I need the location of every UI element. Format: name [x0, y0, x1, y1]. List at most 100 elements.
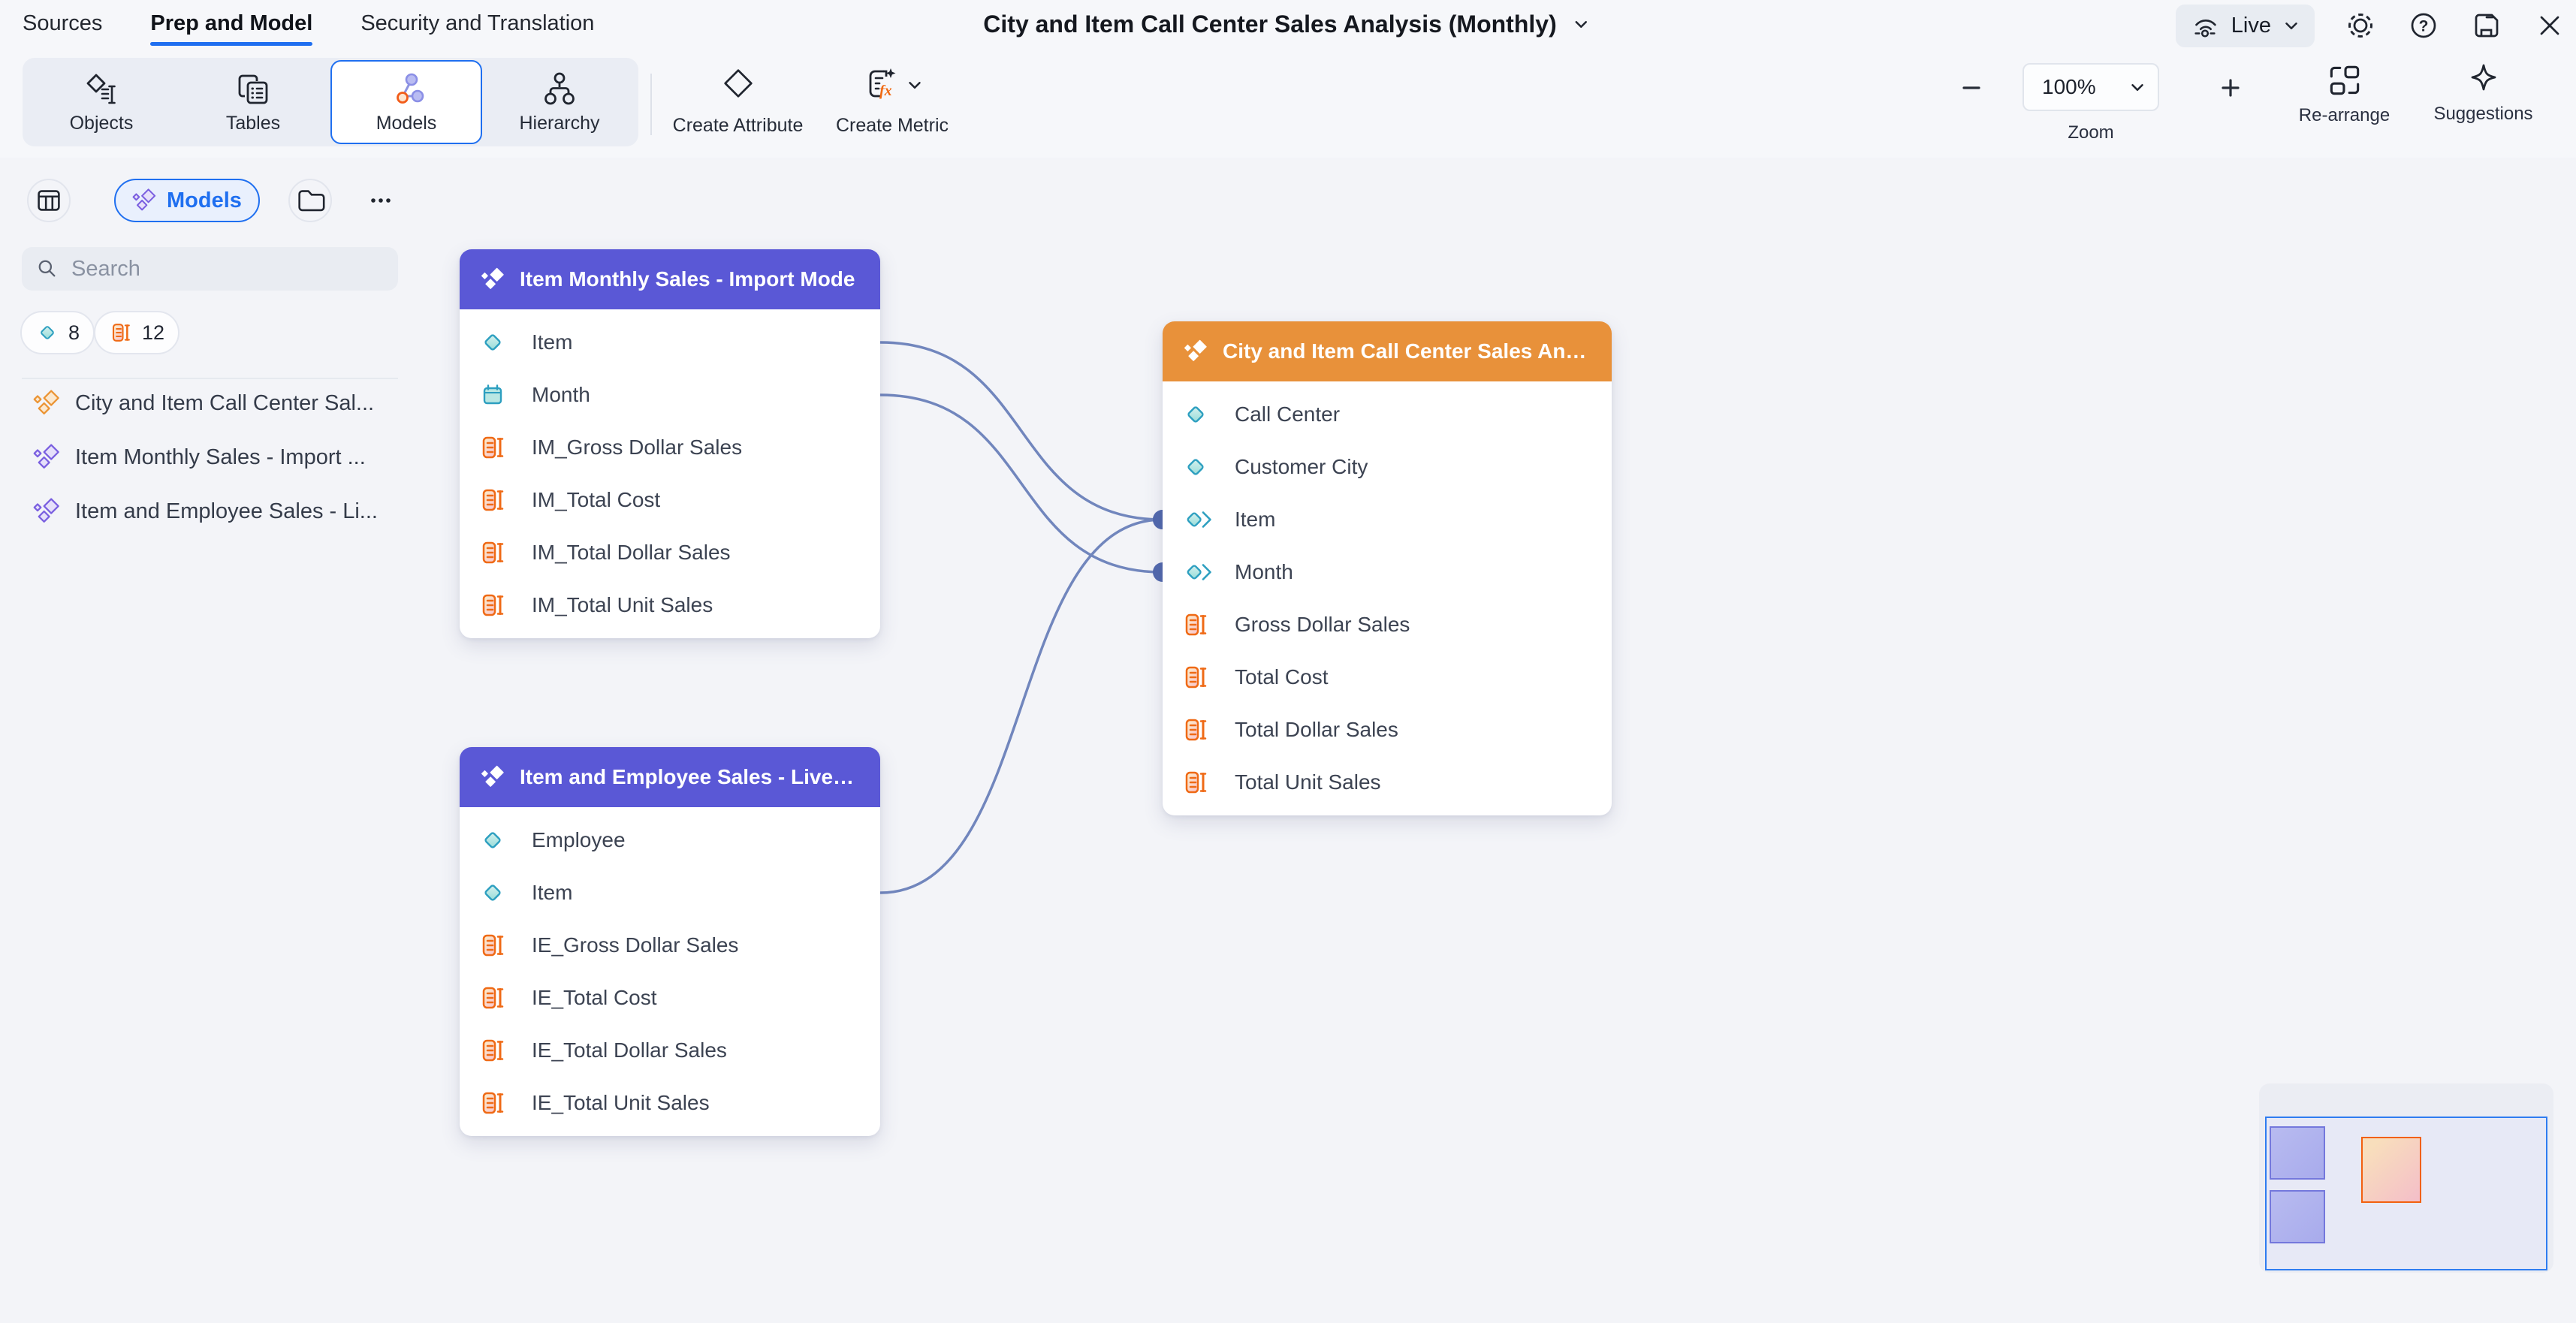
model-icon [481, 764, 506, 791]
suggestions-label: Suggestions [2433, 104, 2532, 125]
search-input[interactable] [70, 256, 385, 282]
view-button-models[interactable]: Models [330, 60, 482, 144]
objects-icon [82, 70, 121, 109]
view-button-tables[interactable]: Tables [179, 60, 327, 144]
row-im-total-dollar-sales[interactable]: IM_Total Dollar Sales [460, 526, 880, 579]
row-ie-gross-dollar-sales[interactable]: IE_Gross Dollar Sales [460, 919, 880, 972]
model-card-header[interactable]: City and Item Call Center Sales Analysi.… [1163, 321, 1612, 381]
top-tab-bar: Sources Prep and Model Security and Tran… [23, 0, 594, 47]
help-icon[interactable]: ? [2406, 8, 2441, 43]
row-label: Item [532, 330, 572, 354]
row-ie-total-unit-sales[interactable]: IE_Total Unit Sales [460, 1077, 880, 1129]
folder-button[interactable] [288, 179, 332, 222]
row-label: IE_Total Unit Sales [532, 1091, 710, 1115]
attribute-icon [1182, 454, 1220, 481]
metric-icon [479, 1089, 517, 1117]
models-cluster-icon [132, 187, 158, 214]
attribute-icon [479, 827, 517, 854]
sidebar-model-item[interactable]: Item Monthly Sales - Import ... [33, 430, 378, 484]
zoom-in-button[interactable] [2210, 68, 2251, 108]
row-month[interactable]: Month [1163, 546, 1612, 598]
view-button-objects[interactable]: Objects [27, 60, 176, 144]
view-button-hierarchy[interactable]: Hierarchy [485, 60, 634, 144]
tab-prep-and-model[interactable]: Prep and Model [150, 11, 312, 36]
table-view-button[interactable] [27, 179, 71, 222]
attribute-count-chip[interactable]: 8 [20, 311, 95, 354]
sidebar-model-item[interactable]: Item and Employee Sales - Li... [33, 484, 378, 538]
metric-icon [479, 592, 517, 619]
model-card-body: Employee Item IE_Gross Dollar Sales IE_Tota… [460, 807, 880, 1136]
live-label: Live [2231, 14, 2271, 38]
row-label: IE_Total Cost [532, 986, 657, 1010]
rearrange-button[interactable]: Re-arrange [2286, 60, 2403, 126]
suggestions-button[interactable]: Suggestions [2414, 60, 2553, 125]
model-card-header[interactable]: Item Monthly Sales - Import Mode [460, 249, 880, 309]
more-options-button[interactable] [359, 179, 403, 222]
model-card-ie[interactable]: Item and Employee Sales - Live ModeEmplo… [460, 747, 880, 1136]
rearrange-label: Re-arrange [2299, 105, 2390, 126]
metric-count-chip[interactable]: 12 [94, 311, 179, 354]
row-employee[interactable]: Employee [460, 814, 880, 866]
row-total-dollar-sales[interactable]: Total Dollar Sales [1163, 704, 1612, 756]
zoom-out-button[interactable] [1951, 68, 1992, 108]
model-icon [1184, 338, 1209, 365]
model-card-im[interactable]: Item Monthly Sales - Import Mode Item Mont… [460, 249, 880, 638]
row-ie-total-cost[interactable]: IE_Total Cost [460, 972, 880, 1024]
calendar-icon [479, 381, 517, 408]
attribute-count: 8 [68, 321, 80, 345]
search-icon [35, 257, 59, 281]
live-connection-icon [2189, 10, 2221, 41]
row-label: Item [532, 881, 572, 905]
row-item[interactable]: Item [1163, 493, 1612, 546]
row-total-unit-sales[interactable]: Total Unit Sales [1163, 756, 1612, 809]
create-attribute-icon [719, 65, 757, 102]
tab-sources[interactable]: Sources [23, 11, 102, 36]
close-icon[interactable] [2532, 8, 2567, 43]
sidebar-model-item[interactable]: City and Item Call Center Sal... [33, 376, 378, 430]
row-ie-total-dollar-sales[interactable]: IE_Total Dollar Sales [460, 1024, 880, 1077]
model-card-header[interactable]: Item and Employee Sales - Live Mode [460, 747, 880, 807]
model-card-title: City and Item Call Center Sales Analysi.… [1223, 339, 1591, 363]
title-chevron-down-icon[interactable] [1570, 14, 1593, 34]
row-label: IM_Total Unit Sales [532, 593, 713, 617]
create-attribute-button[interactable]: Create Attribute [672, 62, 804, 143]
minimap-node [2270, 1126, 2325, 1180]
minimap[interactable] [2259, 1083, 2553, 1273]
metric-icon [479, 539, 517, 566]
attribute-linked-icon [1182, 506, 1220, 533]
models-filter-pill[interactable]: Models [114, 179, 260, 222]
row-im-gross-dollar-sales[interactable]: IM_Gross Dollar Sales [460, 421, 880, 474]
document-title-area: City and Item Call Center Sales Analysis… [983, 0, 1592, 48]
row-customer-city[interactable]: Customer City [1163, 441, 1612, 493]
row-label: Customer City [1235, 455, 1368, 479]
chevron-down-icon[interactable] [905, 75, 925, 95]
metric-count: 12 [142, 321, 164, 345]
sidebar-model-label: Item and Employee Sales - Li... [75, 499, 378, 524]
minimap-node [2361, 1137, 2421, 1203]
row-call-center[interactable]: Call Center [1163, 388, 1612, 441]
model-card-city[interactable]: City and Item Call Center Sales Analysi.… [1163, 321, 1612, 815]
row-month[interactable]: Month [460, 369, 880, 421]
metric-icon [1182, 716, 1220, 743]
model-list: City and Item Call Center Sal...Item Mon… [33, 376, 378, 538]
models-icon [387, 70, 426, 109]
save-icon[interactable] [2469, 8, 2504, 43]
row-item[interactable]: Item [460, 316, 880, 369]
tab-security-and-translation[interactable]: Security and Translation [360, 11, 594, 36]
settings-gear-icon[interactable] [2343, 8, 2378, 43]
live-mode-selector[interactable]: Live [2176, 5, 2315, 47]
create-metric-button[interactable]: fx Create Metric [810, 62, 975, 143]
attribute-icon [479, 329, 517, 356]
row-label: IM_Total Cost [532, 488, 660, 512]
row-im-total-unit-sales[interactable]: IM_Total Unit Sales [460, 579, 880, 631]
zoom-level-select[interactable]: 100% [2022, 63, 2159, 111]
metric-icon [479, 487, 517, 514]
zoom-caption: Zoom [2022, 122, 2159, 143]
row-gross-dollar-sales[interactable]: Gross Dollar Sales [1163, 598, 1612, 651]
row-item[interactable]: Item [460, 866, 880, 919]
view-button-label: Objects [70, 113, 134, 134]
row-label: IM_Gross Dollar Sales [532, 435, 742, 460]
row-total-cost[interactable]: Total Cost [1163, 651, 1612, 704]
row-im-total-cost[interactable]: IM_Total Cost [460, 474, 880, 526]
model-card-body: Item Month IM_Gross Dollar Sales IM_Total C… [460, 309, 880, 638]
